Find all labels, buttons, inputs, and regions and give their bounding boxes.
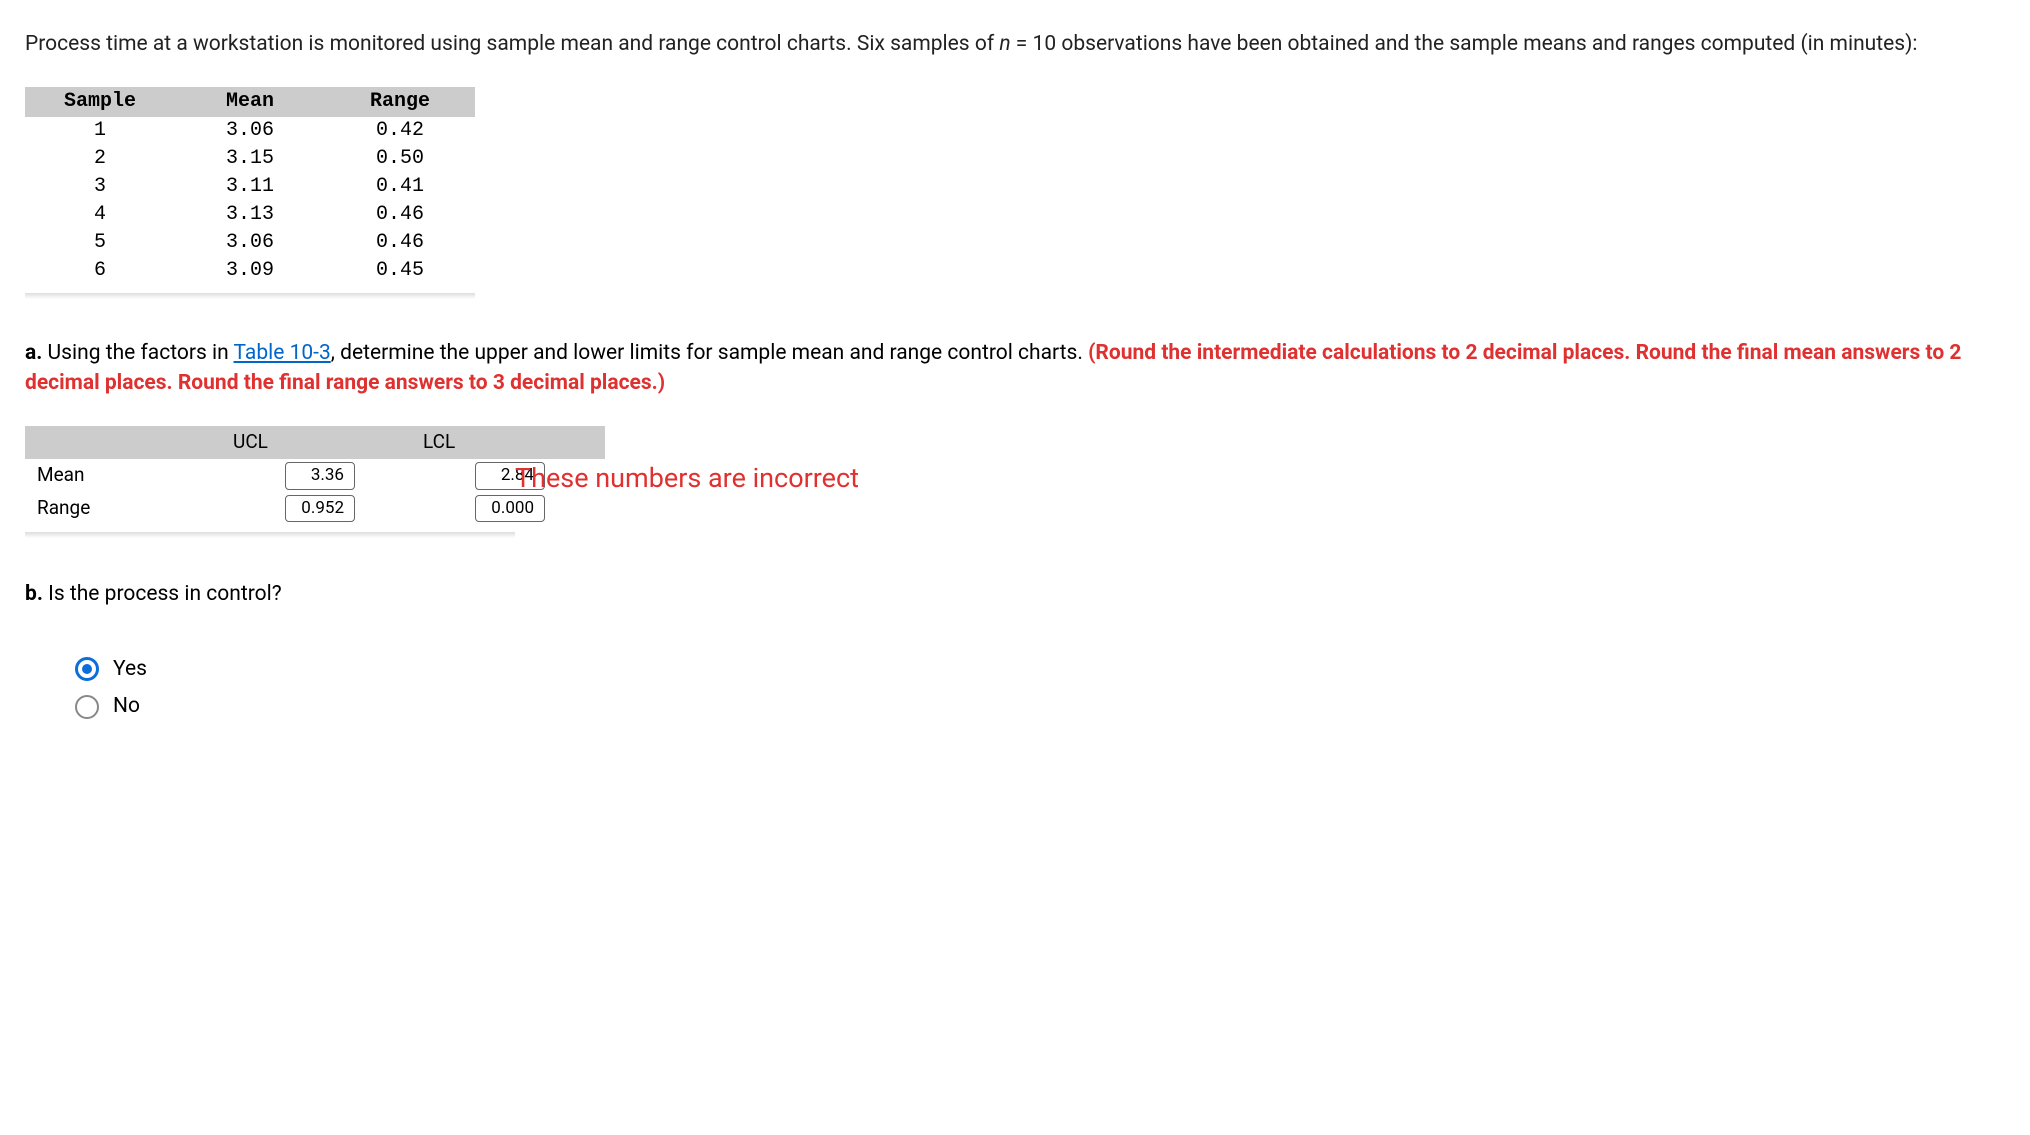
cell-range: 0.46	[325, 229, 475, 257]
table-row: 13.060.42	[25, 117, 475, 145]
cell-sample: 3	[25, 173, 175, 201]
radio-row-yes: Yes	[75, 655, 2005, 684]
cell-mean: 3.13	[175, 201, 325, 229]
radio-group: Yes No	[25, 655, 2005, 722]
intro-text-after: = 10 observations have been obtained and…	[1011, 32, 1918, 56]
cell-sample: 2	[25, 145, 175, 173]
table-10-3-link[interactable]: Table 10-3	[234, 341, 331, 365]
header-sample: Sample	[25, 87, 175, 117]
radio-no-label: No	[113, 692, 140, 721]
cell-range: 0.41	[325, 173, 475, 201]
part-a-after-link: , determine the upper and lower limits f…	[331, 341, 1088, 365]
ucl-header: UCL	[225, 426, 415, 459]
cell-mean: 3.06	[175, 229, 325, 257]
limits-shadow	[25, 532, 515, 538]
radio-yes-dot	[82, 664, 92, 674]
cell-range: 0.45	[325, 257, 475, 285]
cell-sample: 6	[25, 257, 175, 285]
cell-sample: 1	[25, 117, 175, 145]
table-header-row: Sample Mean Range	[25, 87, 475, 117]
table-row: 33.110.41	[25, 173, 475, 201]
radio-no[interactable]	[75, 695, 99, 719]
limits-header-row: UCL LCL	[25, 426, 605, 459]
cell-mean: 3.15	[175, 145, 325, 173]
lcl-header: LCL	[415, 426, 605, 459]
part-a-before-link: Using the factors in	[42, 341, 233, 365]
radio-row-no: No	[75, 692, 2005, 721]
cell-mean: 3.06	[175, 117, 325, 145]
table-shadow	[25, 293, 475, 299]
cell-mean: 3.11	[175, 173, 325, 201]
limits-header-spacer	[25, 426, 225, 459]
part-a-label: a.	[25, 341, 42, 365]
range-ucl-input[interactable]: 0.952	[285, 495, 355, 523]
part-b-label: b.	[25, 582, 43, 606]
table-row: 43.130.46	[25, 201, 475, 229]
limits-mean-label: Mean	[25, 459, 225, 492]
limits-table-wrap: UCL LCL Mean 3.36 2.84 Range 0.952 0.000…	[25, 426, 2005, 524]
cell-range: 0.50	[325, 145, 475, 173]
header-mean: Mean	[175, 87, 325, 117]
table-row: 23.150.50	[25, 145, 475, 173]
radio-yes[interactable]	[75, 657, 99, 681]
cell-range: 0.46	[325, 201, 475, 229]
part-a-prompt: a. Using the factors in Table 10-3, dete…	[25, 339, 2005, 398]
part-b-prompt: b. Is the process in control?	[25, 580, 2005, 609]
cell-mean: 3.09	[175, 257, 325, 285]
part-b-question: Is the process in control?	[43, 582, 282, 606]
table-row: 63.090.45	[25, 257, 475, 285]
header-range: Range	[325, 87, 475, 117]
intro-n: n	[999, 32, 1010, 56]
limits-range-label: Range	[25, 492, 225, 525]
sample-data-table: Sample Mean Range 13.060.4223.150.5033.1…	[25, 87, 475, 285]
cell-sample: 5	[25, 229, 175, 257]
cell-range: 0.42	[325, 117, 475, 145]
problem-intro: Process time at a workstation is monitor…	[25, 30, 2005, 59]
table-row: 53.060.46	[25, 229, 475, 257]
mean-ucl-input[interactable]: 3.36	[285, 462, 355, 490]
radio-yes-label: Yes	[113, 655, 147, 684]
incorrect-annotation: These numbers are incorrect	[515, 460, 859, 498]
range-lcl-input[interactable]: 0.000	[475, 495, 545, 523]
cell-sample: 4	[25, 201, 175, 229]
intro-text-before: Process time at a workstation is monitor…	[25, 32, 999, 56]
